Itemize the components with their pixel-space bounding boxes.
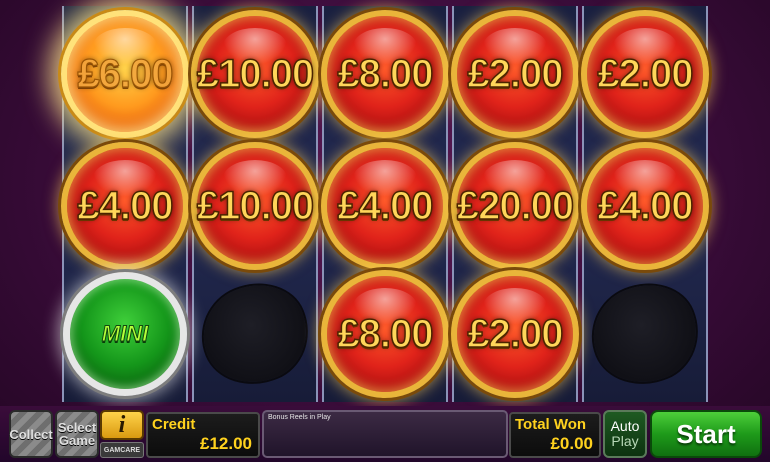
collect-button[interactable]: Collect bbox=[9, 410, 53, 458]
cash-coin: £2.00 bbox=[451, 10, 579, 138]
reel-cell: £4.00 bbox=[317, 138, 453, 274]
reel-cell: £2.00 bbox=[447, 266, 583, 402]
select-game-button[interactable]: Select Game bbox=[55, 410, 99, 458]
reel-cell: £8.00 bbox=[317, 6, 453, 142]
cash-coin: £10.00 bbox=[191, 10, 319, 138]
autoplay-label-top: Auto bbox=[610, 418, 640, 434]
message-text: Bonus Reels in Play bbox=[268, 414, 331, 421]
reel-cell: £4.00 bbox=[577, 138, 713, 274]
reel-cell bbox=[577, 266, 713, 402]
reel-cell: £4.00 bbox=[57, 138, 193, 274]
coin-value: £2.00 bbox=[597, 51, 695, 97]
total-won-value: £0.00 bbox=[550, 434, 593, 453]
coin-value: £4.00 bbox=[597, 183, 695, 229]
credit-value: £12.00 bbox=[200, 434, 252, 453]
mini-jackpot-coin: MINI bbox=[63, 272, 187, 396]
cash-coin: £8.00 bbox=[321, 270, 449, 398]
reel-cell bbox=[187, 266, 323, 402]
coin-value: £4.00 bbox=[77, 183, 175, 229]
coin-value: £10.00 bbox=[196, 183, 315, 229]
control-bar: Collect Select Game i GAMCARE Credit £12… bbox=[0, 406, 770, 462]
total-won-panel: Total Won £0.00 bbox=[509, 412, 601, 458]
reel-cell: £2.00 bbox=[577, 6, 713, 142]
coin-value: £20.00 bbox=[456, 183, 575, 229]
reel-cell: £20.00 bbox=[447, 138, 583, 274]
coin-value: £8.00 bbox=[337, 311, 435, 357]
cash-coin: £2.00 bbox=[581, 10, 709, 138]
reel-cell: £6.00 bbox=[57, 6, 193, 142]
reel-cell: £2.00 bbox=[447, 6, 583, 142]
cash-coin: £20.00 bbox=[451, 142, 579, 270]
cash-coin: £4.00 bbox=[321, 142, 449, 270]
cash-coin: £8.00 bbox=[321, 10, 449, 138]
cash-coin: £4.00 bbox=[581, 142, 709, 270]
credit-panel: Credit £12.00 bbox=[146, 412, 260, 458]
mini-label: MINI bbox=[101, 321, 149, 347]
start-button[interactable]: Start bbox=[650, 410, 762, 458]
total-won-label: Total Won bbox=[515, 416, 587, 433]
info-button[interactable]: i bbox=[100, 410, 144, 440]
blank-symbol bbox=[578, 270, 712, 398]
reel-cell: £10.00 bbox=[187, 138, 323, 274]
autoplay-label-bottom: Play bbox=[611, 433, 639, 449]
cash-coin: £4.00 bbox=[61, 142, 189, 270]
cash-coin: £2.00 bbox=[451, 270, 579, 398]
reel-area: £6.00 £4.00 MINI £10.00 £10.00 £8.00 £4.… bbox=[61, 6, 713, 402]
coin-value: £2.00 bbox=[467, 51, 565, 97]
coin-value: £2.00 bbox=[467, 311, 565, 357]
reel-cell: £10.00 bbox=[187, 6, 323, 142]
info-icon: i bbox=[118, 411, 126, 438]
gamcare-logo[interactable]: GAMCARE bbox=[100, 442, 144, 458]
autoplay-button[interactable]: Auto Play bbox=[603, 410, 647, 458]
coin-value: £8.00 bbox=[337, 51, 435, 97]
coin-value: £4.00 bbox=[337, 183, 435, 229]
blank-symbol bbox=[188, 270, 322, 398]
message-panel: Bonus Reels in Play bbox=[262, 410, 508, 458]
cash-coin: £10.00 bbox=[191, 142, 319, 270]
reel-cell: MINI bbox=[57, 266, 193, 402]
cash-coin-highlighted: £6.00 bbox=[61, 10, 189, 138]
coin-value: £10.00 bbox=[196, 51, 315, 97]
reel-cell: £8.00 bbox=[317, 266, 453, 402]
credit-label: Credit bbox=[152, 416, 196, 433]
coin-value: £6.00 bbox=[77, 51, 174, 96]
